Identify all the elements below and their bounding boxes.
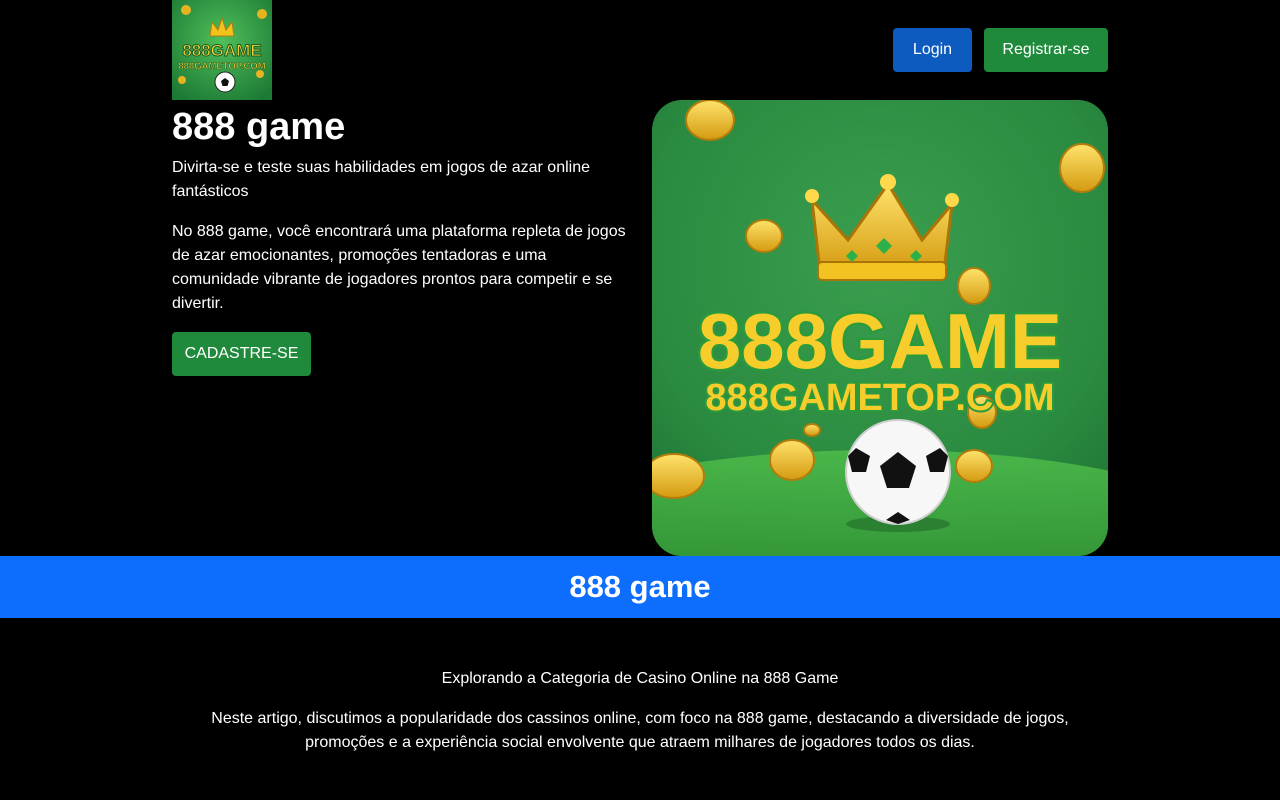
hero-description: No 888 game, você encontrará uma platafo… (172, 223, 626, 312)
logo-image: 888GAME 888GAMETOP.COM (172, 0, 272, 100)
site-logo[interactable]: 888GAME 888GAMETOP.COM (172, 0, 272, 100)
signup-cta-button[interactable]: CADASTRE-SE (172, 332, 311, 376)
register-button[interactable]: Registrar-se (984, 28, 1108, 72)
svg-text:888GAME: 888GAME (182, 41, 261, 60)
hero-image: 888GAME 888GAMETOP.COM (652, 100, 1108, 556)
header-actions: Login Registrar-se (893, 28, 1108, 72)
hero-title: 888 game (172, 106, 346, 148)
svg-text:888GAMETOP.COM: 888GAMETOP.COM (705, 377, 1054, 419)
banner-title: 888 game (569, 569, 711, 604)
hero-subtitle: Divirta-se e teste suas habilidades em j… (172, 159, 591, 200)
svg-text:888GAME: 888GAME (698, 297, 1062, 385)
article-title: Explorando a Categoria de Casino Online … (441, 670, 839, 687)
article-body: Neste artigo, discutimos a popularidade … (211, 710, 1069, 751)
svg-text:888GAMETOP.COM: 888GAMETOP.COM (178, 61, 265, 72)
login-button[interactable]: Login (893, 28, 972, 72)
title-banner: 888 game (0, 556, 1280, 618)
soccer-ball-icon (214, 71, 236, 93)
